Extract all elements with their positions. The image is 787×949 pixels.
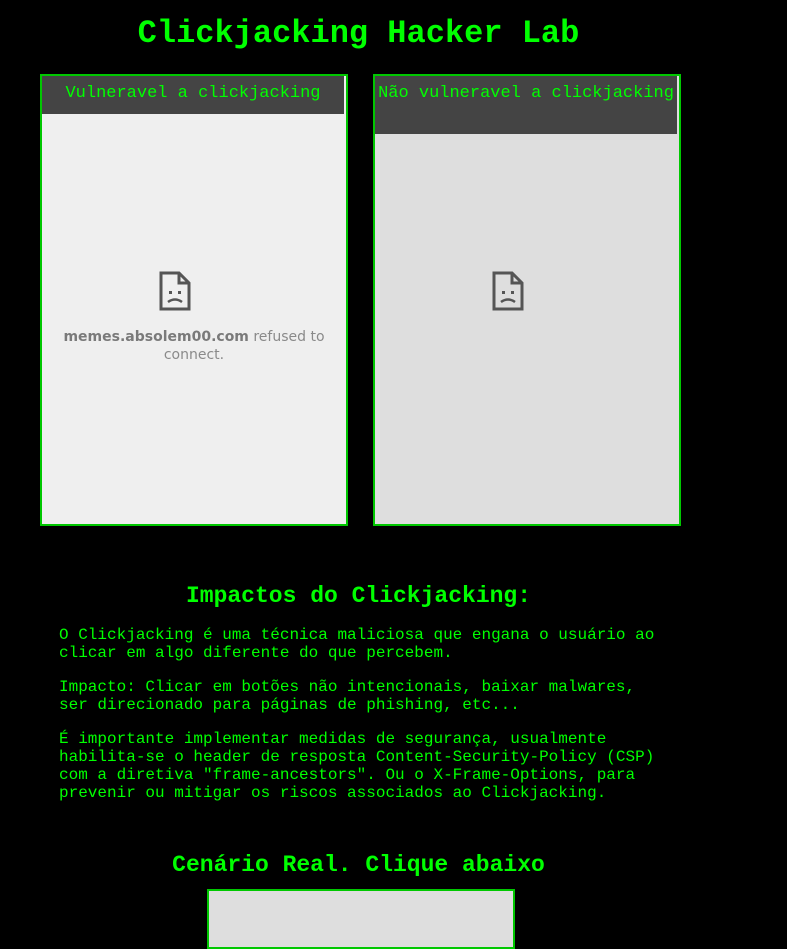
sad-document-icon bbox=[492, 271, 524, 311]
scenario-heading: Cenário Real. Clique abaixo bbox=[172, 852, 545, 878]
impacts-paragraph: Impacto: Clicar em botões não intenciona… bbox=[59, 678, 636, 714]
vulnerable-frame-header: Vulneravel a clickjacking bbox=[42, 76, 344, 114]
impacts-paragraph: O Clickjacking é uma técnica maliciosa q… bbox=[59, 626, 655, 662]
refused-host: memes.absolem00.com bbox=[63, 329, 249, 345]
impacts-heading: Impactos do Clickjacking: bbox=[185, 583, 532, 609]
refused-message: memes.absolem00.com refused to connect. bbox=[50, 328, 338, 364]
vulnerable-iframe[interactable]: Vulneravel a clickjacking memes.absolem0… bbox=[40, 74, 348, 526]
scenario-iframe[interactable] bbox=[207, 889, 515, 949]
sad-document-icon bbox=[159, 271, 191, 311]
safe-iframe[interactable]: Não vulneravel a clickjacking bbox=[373, 74, 681, 526]
page-title: Clickjacking Hacker Lab bbox=[137, 15, 580, 52]
safe-frame-header: Não vulneravel a clickjacking bbox=[375, 76, 677, 134]
impacts-paragraph: É importante implementar medidas de segu… bbox=[59, 730, 655, 802]
